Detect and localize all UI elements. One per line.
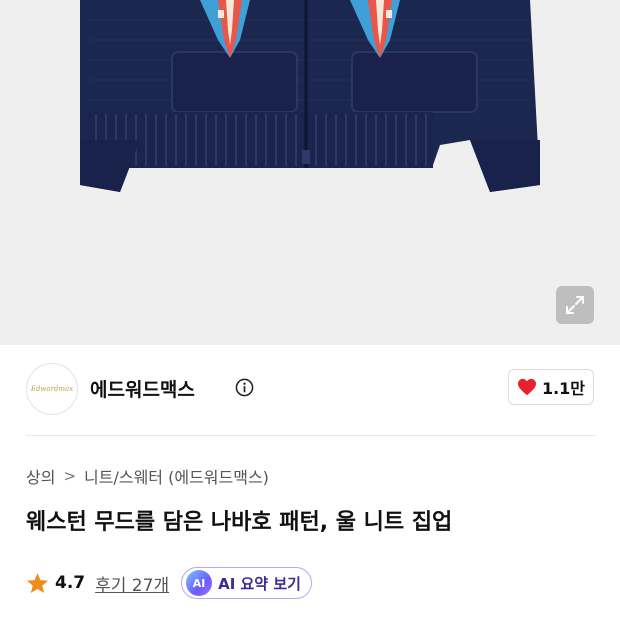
- ai-summary-label: AI 요약 보기: [218, 574, 301, 593]
- brand-logo[interactable]: Edwardmax: [26, 363, 78, 415]
- breadcrumb: 상의 > 니트/스웨터 (에드워드맥스): [26, 464, 269, 488]
- breadcrumb-separator: >: [63, 467, 77, 485]
- rating-value: 4.7: [55, 573, 86, 593]
- breadcrumb-item-knit[interactable]: 니트/스웨터 (에드워드맥스): [84, 464, 269, 488]
- like-button[interactable]: 1.1만: [508, 369, 594, 405]
- expand-icon: [566, 296, 584, 314]
- ai-summary-button[interactable]: AI AI 요약 보기: [181, 567, 312, 599]
- product-title: 웨스턴 무드를 담은 나바호 패턴, 울 니트 집업: [26, 510, 453, 535]
- reviews-link[interactable]: 후기 27개: [95, 571, 169, 596]
- heart-icon: [517, 378, 536, 396]
- like-count: 1.1만: [541, 379, 586, 398]
- cardigan-illustration: [80, 0, 540, 192]
- brand-row: Edwardmax 에드워드맥스 1.1만: [26, 363, 596, 415]
- brand-logo-text: Edwardmax: [30, 385, 74, 393]
- ai-badge-icon: AI: [186, 570, 213, 596]
- brand-name[interactable]: 에드워드맥스: [90, 375, 195, 402]
- rating-row: 4.7 후기 27개 AI AI 요약 보기: [26, 566, 312, 600]
- star-icon: [26, 572, 49, 594]
- breadcrumb-item-top[interactable]: 상의: [26, 464, 55, 488]
- divider: [26, 435, 596, 436]
- info-icon[interactable]: [235, 378, 254, 397]
- expand-image-button[interactable]: [556, 286, 594, 324]
- product-image[interactable]: [0, 0, 620, 345]
